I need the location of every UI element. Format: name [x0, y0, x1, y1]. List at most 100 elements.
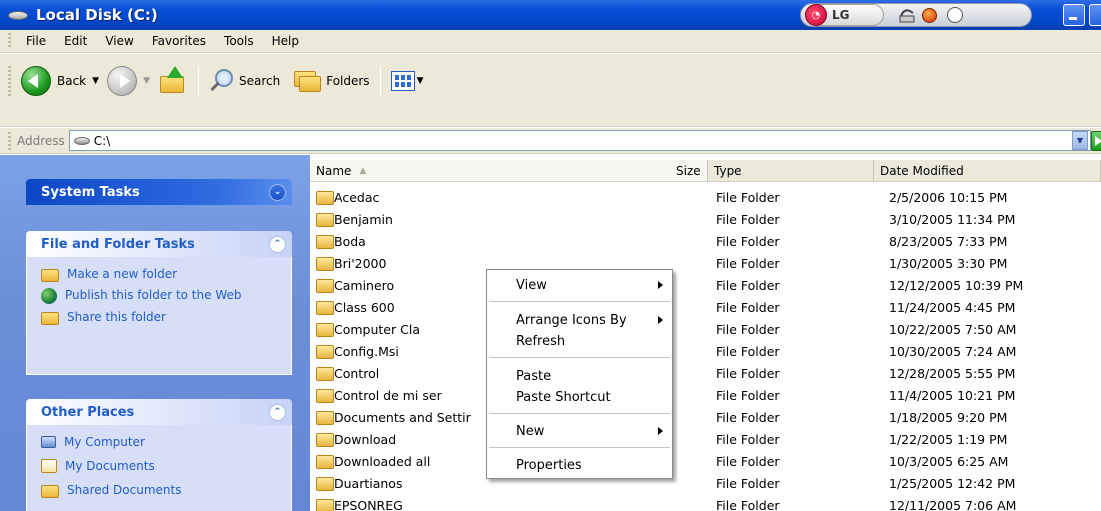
column-name[interactable]: Name ▲ Size [310, 160, 708, 181]
table-row[interactable]: Class 600 File Folder 11/24/2005 4:45 PM [310, 297, 1101, 319]
place-my-documents[interactable]: My Documents [41, 459, 281, 473]
red-globe-icon[interactable] [920, 6, 938, 24]
column-type[interactable]: Type [708, 160, 874, 181]
menu-favorites[interactable]: Favorites [143, 34, 215, 48]
minimize-button[interactable] [1063, 4, 1085, 26]
file-folder-tasks-header[interactable]: File and Folder Tasks ⌃ [26, 231, 292, 257]
place-shared-documents[interactable]: Shared Documents [41, 483, 281, 498]
menu-view[interactable]: View [96, 34, 142, 48]
search-button[interactable]: Search [205, 64, 284, 98]
address-bar: Address C:\ ▼ [0, 128, 1101, 154]
column-size-label[interactable]: Size [676, 164, 701, 178]
lg-button[interactable]: ◔ LG [805, 4, 884, 26]
back-button[interactable]: Back ▼ [17, 64, 103, 98]
folder-icon [316, 345, 334, 359]
collapse-chevron-icon[interactable]: ⌃ [269, 403, 286, 421]
ctx-paste-shortcut[interactable]: Paste Shortcut [487, 386, 672, 408]
task-label: Make a new folder [67, 267, 178, 281]
submenu-arrow-icon [658, 427, 663, 435]
file-type: File Folder [716, 476, 780, 491]
table-row[interactable]: Control File Folder 12/28/2005 5:55 PM [310, 363, 1101, 385]
file-list: Name ▲ Size Type Date Modified Acedac Fil… [310, 155, 1101, 511]
table-row[interactable]: Documents and Settir File Folder 1/18/2005… [310, 407, 1101, 429]
collapse-chevron-icon[interactable]: ⌃ [269, 235, 286, 253]
views-button[interactable]: ▼ [387, 64, 428, 98]
back-dropdown-icon[interactable]: ▼ [92, 76, 99, 86]
ctx-refresh[interactable]: Refresh [487, 330, 672, 352]
toolbar-grip[interactable] [8, 66, 11, 96]
place-my-computer[interactable]: My Computer [41, 435, 281, 449]
file-type: File Folder [716, 190, 780, 205]
file-folder-tasks-panel: Make a new folder Publish this folder to… [26, 257, 292, 375]
system-tasks-header[interactable]: System Tasks ⌄ [26, 179, 292, 205]
table-row[interactable]: Download File Folder 1/22/2005 1:19 PM [310, 429, 1101, 451]
local-disk-icon [8, 8, 30, 22]
folder-icon [316, 257, 334, 271]
table-row[interactable]: Downloaded all File Folder 10/3/2005 6:25 … [310, 451, 1101, 473]
table-row[interactable]: EPSONREG File Folder 12/11/2005 7:06 AM [310, 495, 1101, 511]
file-type: File Folder [716, 388, 780, 403]
address-dropdown-button[interactable]: ▼ [1072, 131, 1088, 150]
table-row[interactable]: Bri'2000 File Folder 1/30/2005 3:30 PM [310, 253, 1101, 275]
ctx-arrange-icons-by[interactable]: Arrange Icons By [487, 309, 672, 331]
table-row[interactable]: Control de mi ser File Folder 11/4/2005 10… [310, 385, 1101, 407]
ctx-separator [489, 301, 670, 302]
address-input[interactable]: C:\ ▼ [68, 130, 1091, 151]
other-places-panel: My Computer My Documents Shared Document… [26, 425, 292, 511]
forward-button[interactable]: ▼ [103, 64, 154, 98]
menu-bar: File Edit View Favorites Tools Help [0, 30, 1101, 53]
address-value: C:\ [93, 133, 111, 148]
system-tasks-title: System Tasks [41, 184, 140, 200]
folder-icon [316, 301, 334, 315]
expand-chevron-icon[interactable]: ⌄ [269, 183, 286, 201]
title-bar[interactable]: Local Disk (C:) ◔ LG ▼ [0, 0, 1101, 30]
up-folder-button[interactable] [154, 64, 192, 98]
table-row[interactable]: Config.Msi File Folder 10/30/2005 7:24 AM [310, 341, 1101, 363]
column-date-modified[interactable]: Date Modified [874, 160, 1101, 181]
file-type: File Folder [716, 234, 780, 249]
task-label: Share this folder [67, 310, 166, 324]
forward-dropdown-icon[interactable]: ▼ [143, 76, 150, 86]
menubar-grip[interactable] [8, 33, 11, 49]
ctx-properties[interactable]: Properties [487, 454, 672, 476]
place-label: Shared Documents [67, 483, 182, 497]
ctx-paste-shortcut-label: Paste Shortcut [516, 389, 611, 405]
task-publish-web[interactable]: Publish this folder to the Web [41, 288, 281, 304]
file-date: 2/5/2006 10:15 PM [889, 190, 1008, 205]
table-row[interactable]: Benjamin File Folder 3/10/2005 11:34 PM [310, 209, 1101, 231]
ctx-paste[interactable]: Paste [487, 365, 672, 387]
window-title: Local Disk (C:) [36, 6, 158, 24]
table-row[interactable]: Boda File Folder 8/23/2005 7:33 PM [310, 231, 1101, 253]
maximize-button[interactable] [1089, 4, 1101, 26]
task-share-folder[interactable]: Share this folder [41, 310, 281, 325]
ctx-view[interactable]: View [487, 274, 672, 296]
menu-edit[interactable]: Edit [55, 34, 96, 48]
table-row[interactable]: Duartianos File Folder 1/25/2005 12:42 PM [310, 473, 1101, 495]
folders-icon [294, 69, 322, 93]
menu-file[interactable]: File [17, 34, 55, 48]
other-places-header[interactable]: Other Places ⌃ [26, 399, 292, 425]
task-make-new-folder[interactable]: Make a new folder [41, 267, 281, 282]
file-name: Duartianos [334, 476, 403, 491]
folders-label: Folders [326, 74, 370, 88]
addressbar-grip[interactable] [8, 131, 11, 150]
folders-button[interactable]: Folders [290, 64, 373, 98]
menu-tools[interactable]: Tools [215, 34, 263, 48]
views-dropdown-icon[interactable]: ▼ [417, 76, 424, 86]
chevron-down-icon[interactable]: ▼ [946, 6, 964, 24]
my-documents-icon [41, 459, 57, 473]
table-row[interactable]: Computer Cla File Folder 10/22/2005 7:50 A… [310, 319, 1101, 341]
printer-icon[interactable] [898, 6, 916, 24]
folder-icon [316, 455, 334, 469]
menu-help[interactable]: Help [263, 34, 308, 48]
folder-icon [316, 389, 334, 403]
other-places-title: Other Places [41, 404, 135, 420]
ctx-new[interactable]: New [487, 420, 672, 442]
file-date: 1/25/2005 12:42 PM [889, 476, 1016, 491]
file-type: File Folder [716, 278, 780, 293]
table-row[interactable]: Caminero File Folder 12/12/2005 10:39 PM [310, 275, 1101, 297]
go-button[interactable] [1091, 130, 1101, 151]
task-pane: System Tasks ⌄ File and Folder Tasks ⌃ M… [0, 155, 310, 511]
table-row[interactable]: Acedac File Folder 2/5/2006 10:15 PM [310, 187, 1101, 209]
column-type-label: Type [714, 163, 742, 178]
